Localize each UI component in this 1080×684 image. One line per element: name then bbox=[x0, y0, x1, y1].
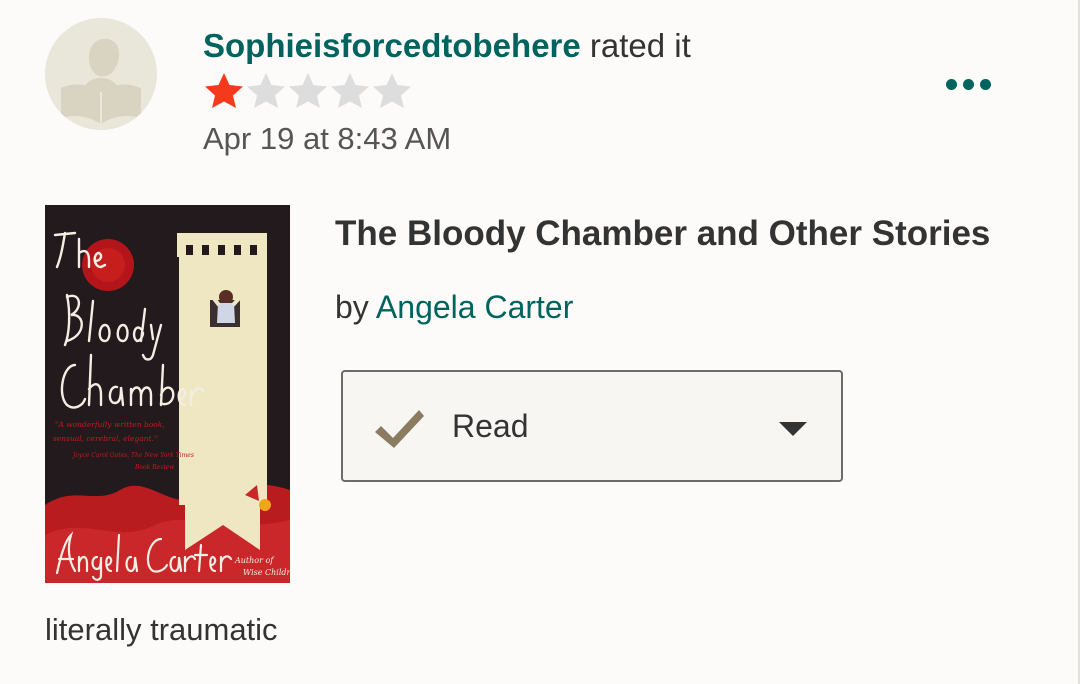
user-avatar[interactable] bbox=[45, 18, 157, 130]
book-cover[interactable]: "A wonderfully written book, sensual, ce… bbox=[45, 205, 290, 583]
activity-headline: Sophieisforcedtobehere rated it bbox=[203, 26, 691, 66]
svg-text:"A wonderfully written book,: "A wonderfully written book, bbox=[55, 420, 165, 429]
rating-stars bbox=[203, 71, 413, 109]
star-empty-icon[interactable] bbox=[329, 71, 371, 109]
checkmark-icon bbox=[375, 410, 424, 448]
shelf-status-dropdown[interactable]: Read bbox=[341, 370, 843, 482]
svg-text:Author of: Author of bbox=[234, 556, 275, 565]
activity-timestamp[interactable]: Apr 19 at 8:43 AM bbox=[203, 120, 451, 158]
more-dots-icon[interactable] bbox=[934, 64, 1002, 104]
shelf-status-label: Read bbox=[452, 408, 529, 444]
book-title[interactable]: The Bloody Chamber and Other Stories bbox=[335, 212, 990, 256]
svg-text:sensual, cerebral, elegant.": sensual, cerebral, elegant." bbox=[53, 434, 157, 443]
star-filled-icon[interactable] bbox=[203, 71, 245, 109]
more-dot bbox=[979, 78, 991, 90]
author-link[interactable]: Angela Carter bbox=[376, 289, 573, 325]
book-cover-art: "A wonderfully written book, sensual, ce… bbox=[45, 205, 290, 583]
svg-text:Wise Children: Wise Children bbox=[243, 568, 290, 577]
reader-silhouette-icon bbox=[45, 18, 157, 130]
review-text: literally traumatic bbox=[45, 612, 278, 647]
more-dot bbox=[945, 78, 957, 90]
star-empty-icon[interactable] bbox=[245, 71, 287, 109]
book-byline: by Angela Carter bbox=[335, 287, 573, 327]
star-empty-icon[interactable] bbox=[287, 71, 329, 109]
activity-card: Sophieisforcedtobehere rated it Apr 19 a… bbox=[0, 0, 1080, 684]
more-dot bbox=[962, 78, 974, 90]
caret-down-icon bbox=[779, 422, 807, 436]
username-link[interactable]: Sophieisforcedtobehere bbox=[203, 27, 581, 64]
svg-text:Book Review: Book Review bbox=[134, 464, 175, 471]
svg-text:Joyce Carol Oates, The New Yor: Joyce Carol Oates, The New York Times bbox=[71, 452, 194, 459]
star-empty-icon[interactable] bbox=[371, 71, 413, 109]
activity-action: rated it bbox=[589, 27, 691, 64]
by-prefix: by bbox=[335, 289, 369, 325]
